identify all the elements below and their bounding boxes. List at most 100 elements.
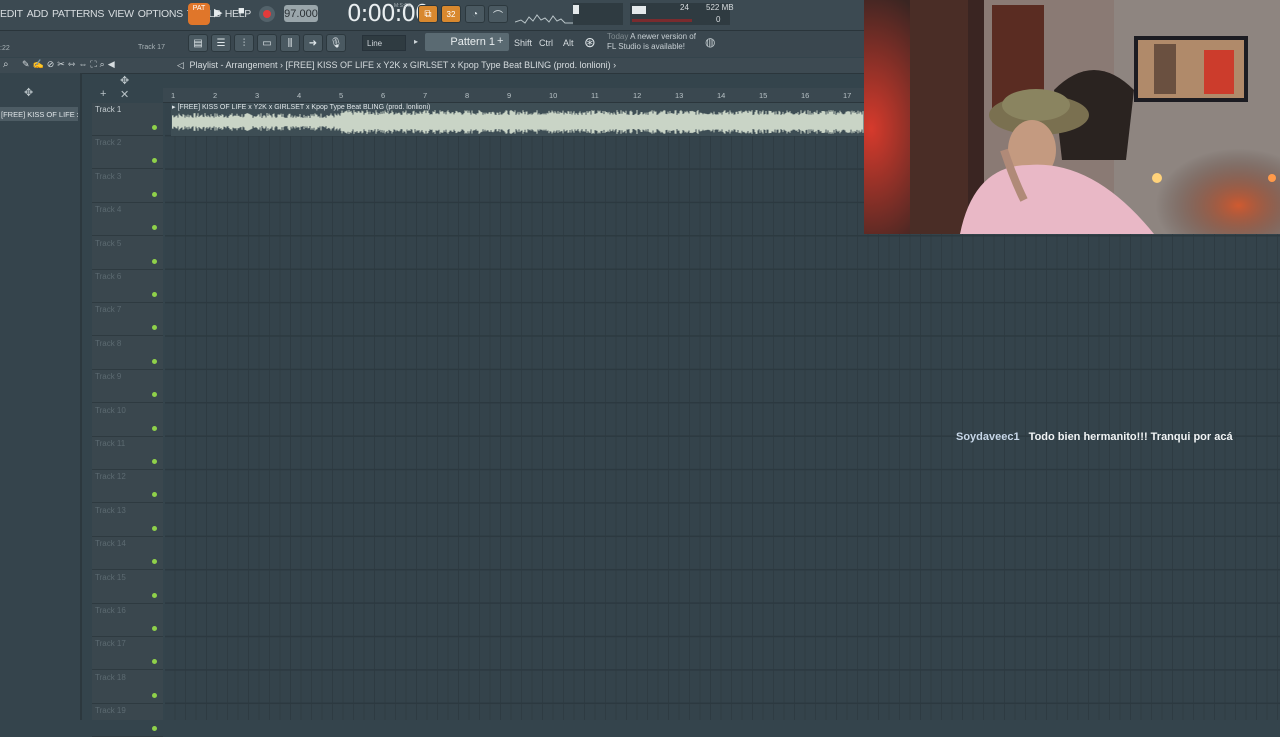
shift-key[interactable]: Shift <box>514 35 532 51</box>
wait-icon[interactable]: ◔ <box>465 5 485 23</box>
ram-value: 522 MB <box>706 3 734 12</box>
track-mute-led[interactable] <box>152 492 157 498</box>
track-header[interactable]: Track 5 <box>92 237 163 270</box>
track-mute-led[interactable] <box>152 225 157 231</box>
track-mute-led[interactable] <box>152 626 157 631</box>
metronome-button[interactable]: ⧉ <box>418 5 438 23</box>
menu-view[interactable]: VIEW <box>108 8 134 20</box>
master-volume-slider[interactable] <box>573 3 623 25</box>
menu-options[interactable]: OPTIONS <box>138 8 183 20</box>
close-icon[interactable]: ✕ <box>120 88 129 101</box>
step-button[interactable]: 32 <box>441 5 461 23</box>
track-mute-led[interactable] <box>152 425 157 431</box>
tempo-display[interactable]: 97.000 <box>284 5 318 22</box>
track-header[interactable]: Track 7 <box>92 303 163 337</box>
track-mute-led[interactable] <box>152 592 157 598</box>
song-title: [FREE] KISS OF LIFE x Y2K x GIRLSET x Kp… <box>285 60 611 70</box>
update-hint[interactable]: Today A newer version of FL Studio is av… <box>607 32 696 52</box>
track-mute-led[interactable] <box>152 325 157 331</box>
pattern-prev-icon[interactable]: ▸ <box>414 37 418 46</box>
ruler-bar-4: 4 <box>297 91 302 100</box>
waveform <box>172 110 864 134</box>
track-name: Track 9 <box>95 372 122 382</box>
track-header[interactable]: Track 19 <box>92 704 163 737</box>
ruler-bar-9: 9 <box>507 91 512 100</box>
playlist-menu-icon[interactable]: ⌕ <box>3 59 9 70</box>
collapse-icon[interactable]: ◁ <box>177 60 184 70</box>
playlist-tools-icons[interactable]: ✎✍⊘✂⇿⇔⛶⌕◀ <box>22 59 118 70</box>
track-name: Track 13 <box>95 505 126 515</box>
track-mute-led[interactable] <box>152 258 157 264</box>
track-mute-led[interactable] <box>152 358 157 364</box>
channel-rack-icon[interactable]: ⫶ <box>234 34 254 52</box>
master-volume-handle[interactable] <box>573 5 579 14</box>
track-mute-led[interactable] <box>152 525 157 531</box>
pattern-song-toggle[interactable]: PAT <box>188 3 210 25</box>
track-mute-led[interactable] <box>152 659 157 665</box>
track-mute-led[interactable] <box>152 191 157 197</box>
snap-select[interactable]: Line <box>362 35 406 51</box>
track-name: Track 10 <box>95 405 126 415</box>
track-header[interactable]: Track 13 <box>92 504 163 537</box>
track-header[interactable]: Track 1 <box>92 103 163 136</box>
move-icon[interactable]: ✥ <box>24 86 33 99</box>
track-header[interactable]: Track 11 <box>92 437 163 470</box>
time-display[interactable]: 0:00:00 <box>347 1 430 27</box>
track-name: Track 12 <box>95 472 126 482</box>
track-header[interactable]: Track 16 <box>92 604 163 637</box>
track-mute-led[interactable] <box>152 692 157 698</box>
track-header[interactable]: Track 2 <box>92 136 163 170</box>
track-name: Track 11 <box>95 439 126 448</box>
stop-button[interactable]: ■ <box>238 5 245 17</box>
mixer-icon[interactable]: ⫼ <box>280 34 300 52</box>
pat-label: PAT <box>192 5 206 12</box>
plugin-icon[interactable]: ➜ <box>303 34 323 52</box>
menu-add[interactable]: ADD <box>27 8 49 20</box>
track-name: Track 16 <box>95 606 126 615</box>
track-header[interactable]: Track 15 <box>92 571 163 604</box>
menu-edit[interactable]: EDIT <box>0 8 23 20</box>
track-header[interactable]: Track 14 <box>92 537 163 571</box>
track-header[interactable]: Track 10 <box>92 404 163 437</box>
menu-patterns[interactable]: PATTERNS <box>52 8 104 20</box>
track-mute-led[interactable] <box>152 459 157 464</box>
globe-icon[interactable]: ◍ <box>705 35 715 49</box>
drag-icon[interactable]: ✥ <box>120 74 129 87</box>
record-button[interactable] <box>259 6 275 22</box>
play-button[interactable]: ▶ <box>214 6 222 19</box>
blend-icon[interactable]: ⌒ <box>488 5 508 23</box>
ctrl-key[interactable]: Ctrl <box>539 35 553 51</box>
piano-roll-icon[interactable]: ☰ <box>211 34 231 52</box>
track-position-label: Track 17 <box>138 44 165 51</box>
track-header[interactable]: Track 4 <box>92 203 163 237</box>
mic-icon[interactable]: 🎙 <box>326 34 346 52</box>
track-name: Track 18 <box>95 672 126 682</box>
add-pattern-icon[interactable]: + <box>497 35 503 47</box>
browser-icon[interactable]: ▭ <box>257 34 277 52</box>
playlist-icon[interactable]: ▤ <box>188 34 208 52</box>
track-header[interactable]: Track 12 <box>92 470 163 504</box>
browser-clip-item[interactable]: [FREE] KISS OF LIFE x... ✥ <box>0 107 78 121</box>
track-header[interactable]: Track 6 <box>92 270 163 303</box>
track-header[interactable]: Track 17 <box>92 637 163 671</box>
track-header[interactable]: Track 9 <box>92 370 163 404</box>
track-mute-led[interactable] <box>152 559 157 565</box>
add-track-icon[interactable]: + <box>100 88 106 100</box>
chat-text: Todo bien hermanito!!! Tranqui por acá <box>1028 431 1233 443</box>
track-header[interactable]: Track 8 <box>92 337 163 370</box>
picker-panel <box>0 73 82 720</box>
track-name: Track 14 <box>95 539 126 549</box>
track-header[interactable]: Track 18 <box>92 671 163 704</box>
track-mute-led[interactable] <box>152 392 157 398</box>
alt-key[interactable]: Alt <box>563 35 574 51</box>
track-mute-led[interactable] <box>152 125 157 130</box>
news-icon[interactable]: ⊛ <box>584 34 596 51</box>
track-name: Track 15 <box>95 572 126 582</box>
ruler-bar-16: 16 <box>801 91 810 100</box>
record-icon <box>263 10 271 18</box>
track-mute-led[interactable] <box>152 726 157 732</box>
track-header[interactable]: Track 3 <box>92 170 163 203</box>
track-mute-led[interactable] <box>152 292 157 297</box>
track-mute-led[interactable] <box>152 158 157 164</box>
webcam-overlay <box>864 0 1280 234</box>
